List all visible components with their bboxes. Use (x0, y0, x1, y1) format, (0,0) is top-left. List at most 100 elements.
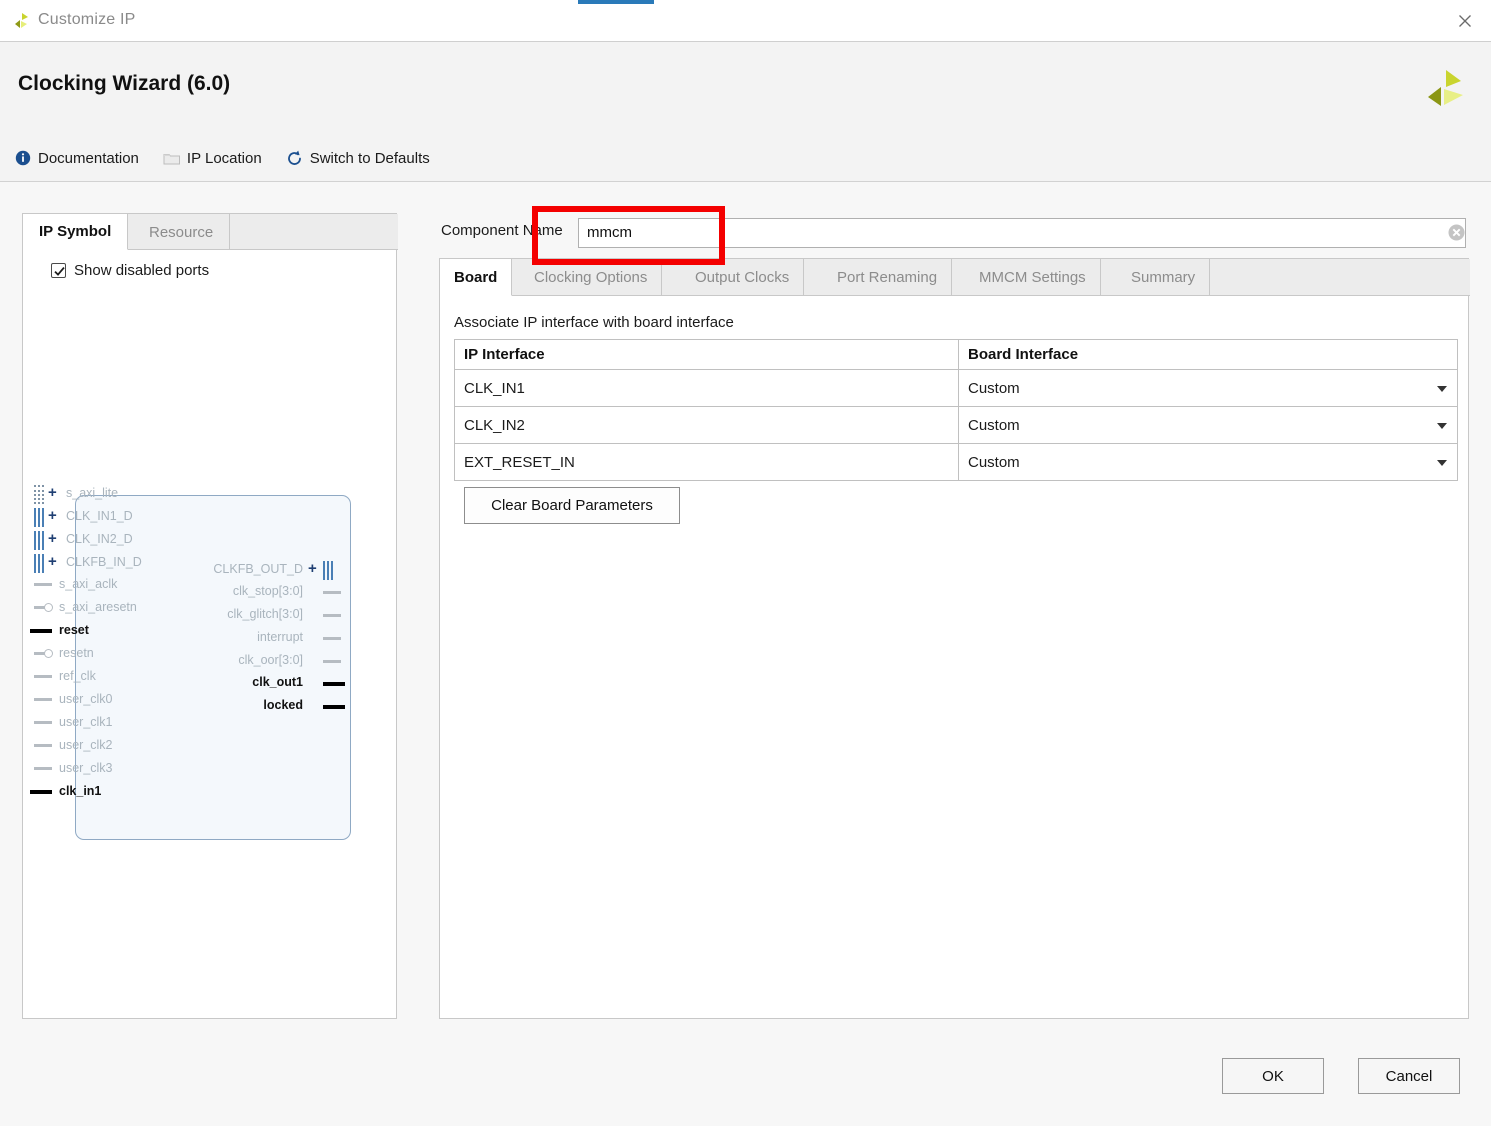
bus-connector-clk-in1-d (34, 508, 45, 527)
ip-location-button[interactable]: IP Location (163, 149, 262, 167)
tab-summary[interactable]: Summary (1117, 259, 1211, 296)
ip-symbol-diagram: + s_axi_lite + CLK_IN1_D + CLK_IN2_D + C… (23, 469, 398, 840)
port-label: CLK_IN1_D (66, 509, 133, 523)
window-title: Customize IP (38, 11, 136, 28)
expand-clk-in2-d-icon[interactable]: + (48, 531, 57, 546)
cancel-button[interactable]: Cancel (1358, 1058, 1460, 1094)
cell-ip-interface: CLK_IN2 (454, 406, 959, 444)
tab-resource[interactable]: Resource (133, 214, 231, 250)
ip-symbol-panel: IP Symbol Resource Show disabled ports +… (22, 213, 398, 1019)
port-label: CLKFB_OUT_D (213, 562, 303, 576)
documentation-label: Documentation (38, 149, 139, 167)
clear-board-parameters-button[interactable]: Clear Board Parameters (464, 487, 680, 524)
port-label: user_clk1 (59, 715, 113, 729)
table-row: CLK_IN2 Custom (454, 406, 1458, 444)
expand-s-axi-lite-icon[interactable]: + (48, 485, 57, 500)
board-interface-table: IP Interface Board Interface CLK_IN1 Cus… (454, 339, 1458, 481)
board-interface-dropdown[interactable]: Custom (958, 406, 1458, 444)
ok-button[interactable]: OK (1222, 1058, 1324, 1094)
tab-output-clocks[interactable]: Output Clocks (681, 259, 805, 296)
column-header-ip-interface: IP Interface (454, 339, 959, 370)
port-stub (323, 614, 341, 617)
chevron-down-icon[interactable] (1437, 386, 1447, 392)
refresh-icon (286, 149, 304, 167)
column-header-board-interface: Board Interface (958, 339, 1458, 370)
cell-ip-interface: EXT_RESET_IN (454, 443, 959, 481)
tab-output-clocks-label: Output Clocks (695, 269, 790, 286)
cell-board-interface: Custom (968, 416, 1020, 434)
port-label: user_clk2 (59, 738, 113, 752)
chevron-down-icon[interactable] (1437, 423, 1447, 429)
documentation-button[interactable]: Documentation (14, 149, 139, 167)
checkbox-checked-icon (51, 263, 66, 278)
component-name-field[interactable]: mmcm (578, 218, 1466, 248)
inverted-port-bubble-icon (44, 649, 53, 658)
tab-port-renaming[interactable]: Port Renaming (823, 259, 953, 296)
ip-symbol-block (75, 495, 351, 840)
port-stub (323, 591, 341, 594)
expand-clk-in1-d-icon[interactable]: + (48, 508, 57, 523)
folder-icon (163, 149, 181, 167)
port-label: clk_out1 (252, 675, 303, 689)
bus-connector-clk-in2-d (34, 531, 45, 550)
tab-ip-symbol-label: IP Symbol (39, 223, 112, 240)
port-label: s_axi_lite (66, 486, 119, 500)
bus-connector-clkfb-in-d (34, 554, 45, 573)
port-label: s_axi_aclk (59, 577, 118, 591)
port-stub (34, 698, 52, 701)
board-interface-dropdown[interactable]: Custom (958, 443, 1458, 481)
expand-clkfb-out-d-icon[interactable]: + (308, 561, 317, 576)
settings-tab-bar: Board Clocking Options Output Clocks Por… (440, 259, 1470, 296)
tab-clocking-options-label: Clocking Options (534, 269, 648, 286)
table-header-row: IP Interface Board Interface (454, 339, 1458, 370)
tab-port-renaming-label: Port Renaming (837, 269, 938, 286)
table-row: EXT_RESET_IN Custom (454, 443, 1458, 481)
switch-to-defaults-button[interactable]: Switch to Defaults (286, 149, 430, 167)
show-disabled-ports-checkbox[interactable]: Show disabled ports (51, 262, 209, 279)
port-label: locked (263, 698, 303, 712)
port-label: clk_oor[3:0] (238, 653, 303, 667)
tab-clocking-options[interactable]: Clocking Options (520, 259, 663, 296)
switch-to-defaults-label: Switch to Defaults (309, 149, 430, 167)
port-label: ref_clk (59, 669, 96, 683)
bus-connector-s-axi-lite (34, 485, 45, 504)
board-interface-dropdown[interactable]: Custom (958, 369, 1458, 407)
tab-board-label: Board (454, 268, 498, 286)
port-stub (323, 705, 345, 709)
port-label: resetn (59, 646, 94, 660)
port-label: CLK_IN2_D (66, 532, 133, 546)
component-name-label: Component Name (441, 222, 563, 239)
inverted-port-bubble-icon (44, 603, 53, 612)
tab-board[interactable]: Board (440, 259, 513, 296)
port-stub (30, 629, 52, 633)
tab-mmcm-settings[interactable]: MMCM Settings (965, 259, 1101, 296)
table-row: CLK_IN1 Custom (454, 369, 1458, 407)
port-stub (34, 675, 52, 678)
port-stub (30, 790, 52, 794)
ip-location-label: IP Location (186, 149, 262, 167)
port-label: clk_glitch[3:0] (227, 607, 303, 621)
close-icon[interactable] (1449, 6, 1481, 36)
port-label: interrupt (257, 630, 303, 644)
port-stub (323, 637, 341, 640)
chevron-down-icon[interactable] (1437, 460, 1447, 466)
left-panel-tab-bar: IP Symbol Resource (23, 214, 398, 250)
tab-ip-symbol[interactable]: IP Symbol (23, 214, 129, 250)
header-toolbar: Documentation IP Location Switch to Defa… (14, 145, 454, 171)
port-label: clk_stop[3:0] (232, 584, 303, 598)
clear-circle-icon[interactable] (1447, 223, 1466, 242)
port-stub (323, 682, 345, 686)
board-description: Associate IP interface with board interf… (454, 314, 734, 331)
expand-clkfb-in-d-icon[interactable]: + (48, 554, 57, 569)
cell-ip-interface: CLK_IN1 (454, 369, 959, 407)
tab-resource-label: Resource (149, 223, 214, 241)
tab-mmcm-settings-label: MMCM Settings (979, 269, 1086, 286)
show-disabled-ports-label: Show disabled ports (74, 262, 210, 279)
xilinx-brand-logo-icon (1421, 64, 1469, 112)
port-stub (34, 767, 52, 770)
cell-board-interface: Custom (968, 453, 1020, 471)
port-label: user_clk0 (59, 692, 113, 706)
port-label: reset (59, 623, 89, 637)
port-label: s_axi_aresetn (59, 600, 137, 614)
info-icon (14, 149, 32, 167)
